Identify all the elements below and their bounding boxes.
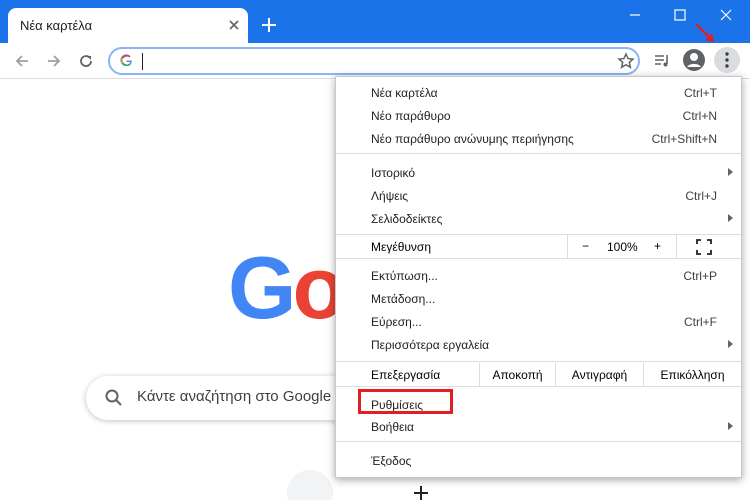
menu-shortcut: Ctrl+P <box>683 269 717 283</box>
reload-button[interactable] <box>74 49 98 73</box>
menu-item-new-window[interactable]: Νέο παράθυρο Ctrl+N <box>336 104 741 127</box>
settings-highlight-box <box>358 389 453 414</box>
menu-zoom-row: Μεγέθυνση − 100% + <box>336 235 741 258</box>
menu-shortcut: Ctrl+Shift+N <box>651 132 717 146</box>
menu-item-more-tools[interactable]: Περισσότερα εργαλεία <box>336 333 741 356</box>
menu-item-downloads[interactable]: Λήψεις Ctrl+J <box>336 184 741 207</box>
zoom-out-button[interactable]: − <box>582 239 589 253</box>
close-tab-icon[interactable] <box>225 16 243 34</box>
tab-new-tab[interactable]: Νέα καρτέλα <box>8 8 248 43</box>
menu-item-find[interactable]: Εύρεση... Ctrl+F <box>336 310 741 333</box>
reload-icon <box>80 55 92 67</box>
menu-item-label: Σελιδοδείκτες <box>371 212 443 226</box>
submenu-arrow-icon <box>728 340 733 348</box>
menu-item-label: Εύρεση... <box>371 315 422 329</box>
google-g-icon <box>120 54 133 70</box>
forward-arrow-icon <box>48 55 61 67</box>
menu-divider <box>336 386 741 387</box>
red-pointer-arrow-icon <box>695 23 714 42</box>
search-icon <box>105 389 122 406</box>
menu-item-history[interactable]: Ιστορικό <box>336 161 741 184</box>
new-tab-plus-icon[interactable] <box>258 14 280 36</box>
cut-button[interactable]: Αποκοπή <box>479 363 555 386</box>
menu-item-label: Έξοδος <box>371 454 412 468</box>
back-button[interactable] <box>10 49 34 73</box>
submenu-arrow-icon <box>728 214 733 222</box>
submenu-arrow-icon <box>728 168 733 176</box>
minimize-icon[interactable] <box>620 4 650 26</box>
media-queue-icon[interactable] <box>652 51 672 71</box>
profile-avatar-icon[interactable] <box>682 48 706 72</box>
tab-title: Νέα καρτέλα <box>20 18 93 33</box>
menu-divider <box>336 258 741 259</box>
menu-item-help[interactable]: Βοήθεια <box>336 415 741 438</box>
copy-button[interactable]: Αντιγραφή <box>555 363 643 386</box>
menu-divider <box>336 153 741 154</box>
title-bar: Νέα καρτέλα <box>0 0 750 43</box>
menu-shortcut: Ctrl+T <box>684 86 717 100</box>
menu-item-new-tab[interactable]: Νέα καρτέλα Ctrl+T <box>336 81 741 104</box>
submenu-arrow-icon <box>728 422 733 430</box>
menu-item-label: Ιστορικό <box>371 166 416 180</box>
menu-item-print[interactable]: Εκτύπωση... Ctrl+P <box>336 264 741 287</box>
menu-item-label: Βοήθεια <box>371 420 414 434</box>
menu-shortcut: Ctrl+J <box>685 189 717 203</box>
chrome-main-menu: Νέα καρτέλα Ctrl+T Νέο παράθυρο Ctrl+N Ν… <box>335 76 742 478</box>
menu-item-bookmarks[interactable]: Σελιδοδείκτες <box>336 207 741 230</box>
text-caret <box>142 53 143 70</box>
menu-item-label: Μετάδοση... <box>371 292 436 306</box>
menu-divider <box>336 441 741 442</box>
forward-button[interactable] <box>42 49 66 73</box>
chrome-menu-button[interactable] <box>714 47 740 73</box>
three-dots-vertical-icon <box>725 52 729 68</box>
toolbar <box>0 43 750 79</box>
google-logo: Go <box>228 238 346 337</box>
menu-item-label: Νέο παράθυρο <box>371 109 451 123</box>
zoom-level: 100% <box>607 240 638 254</box>
zoom-in-button[interactable]: + <box>654 239 661 253</box>
bookmark-star-icon[interactable] <box>616 51 636 71</box>
zoom-control: − 100% + <box>567 235 677 258</box>
edit-label: Επεξεργασία <box>371 368 441 382</box>
menu-divider <box>336 361 741 362</box>
menu-item-label: Εκτύπωση... <box>371 269 438 283</box>
menu-item-incognito-window[interactable]: Νέο παράθυρο ανώνυμης περιήγησης Ctrl+Sh… <box>336 127 741 150</box>
menu-item-label: Νέα καρτέλα <box>371 86 438 100</box>
back-arrow-icon <box>15 55 28 67</box>
menu-edit-row: Επεξεργασία Αποκοπή Αντιγραφή Επικόλληση <box>336 363 741 386</box>
menu-item-label: Νέο παράθυρο ανώνυμης περιήγησης <box>371 132 574 146</box>
paste-button[interactable]: Επικόλληση <box>643 363 741 386</box>
address-bar[interactable] <box>108 47 640 75</box>
address-input[interactable] <box>140 53 600 71</box>
menu-item-label: Περισσότερα εργαλεία <box>371 338 490 352</box>
search-placeholder: Κάντε αναζήτηση στο Google <box>137 388 332 405</box>
menu-item-exit[interactable]: Έξοδος <box>336 449 741 472</box>
zoom-label: Μεγέθυνση <box>371 240 432 254</box>
menu-shortcut: Ctrl+N <box>682 109 717 123</box>
menu-item-label: Λήψεις <box>371 189 409 203</box>
menu-shortcut: Ctrl+F <box>684 315 717 329</box>
fullscreen-icon[interactable] <box>696 239 712 255</box>
menu-item-cast[interactable]: Μετάδοση... <box>336 287 741 310</box>
maximize-icon[interactable] <box>665 4 695 26</box>
